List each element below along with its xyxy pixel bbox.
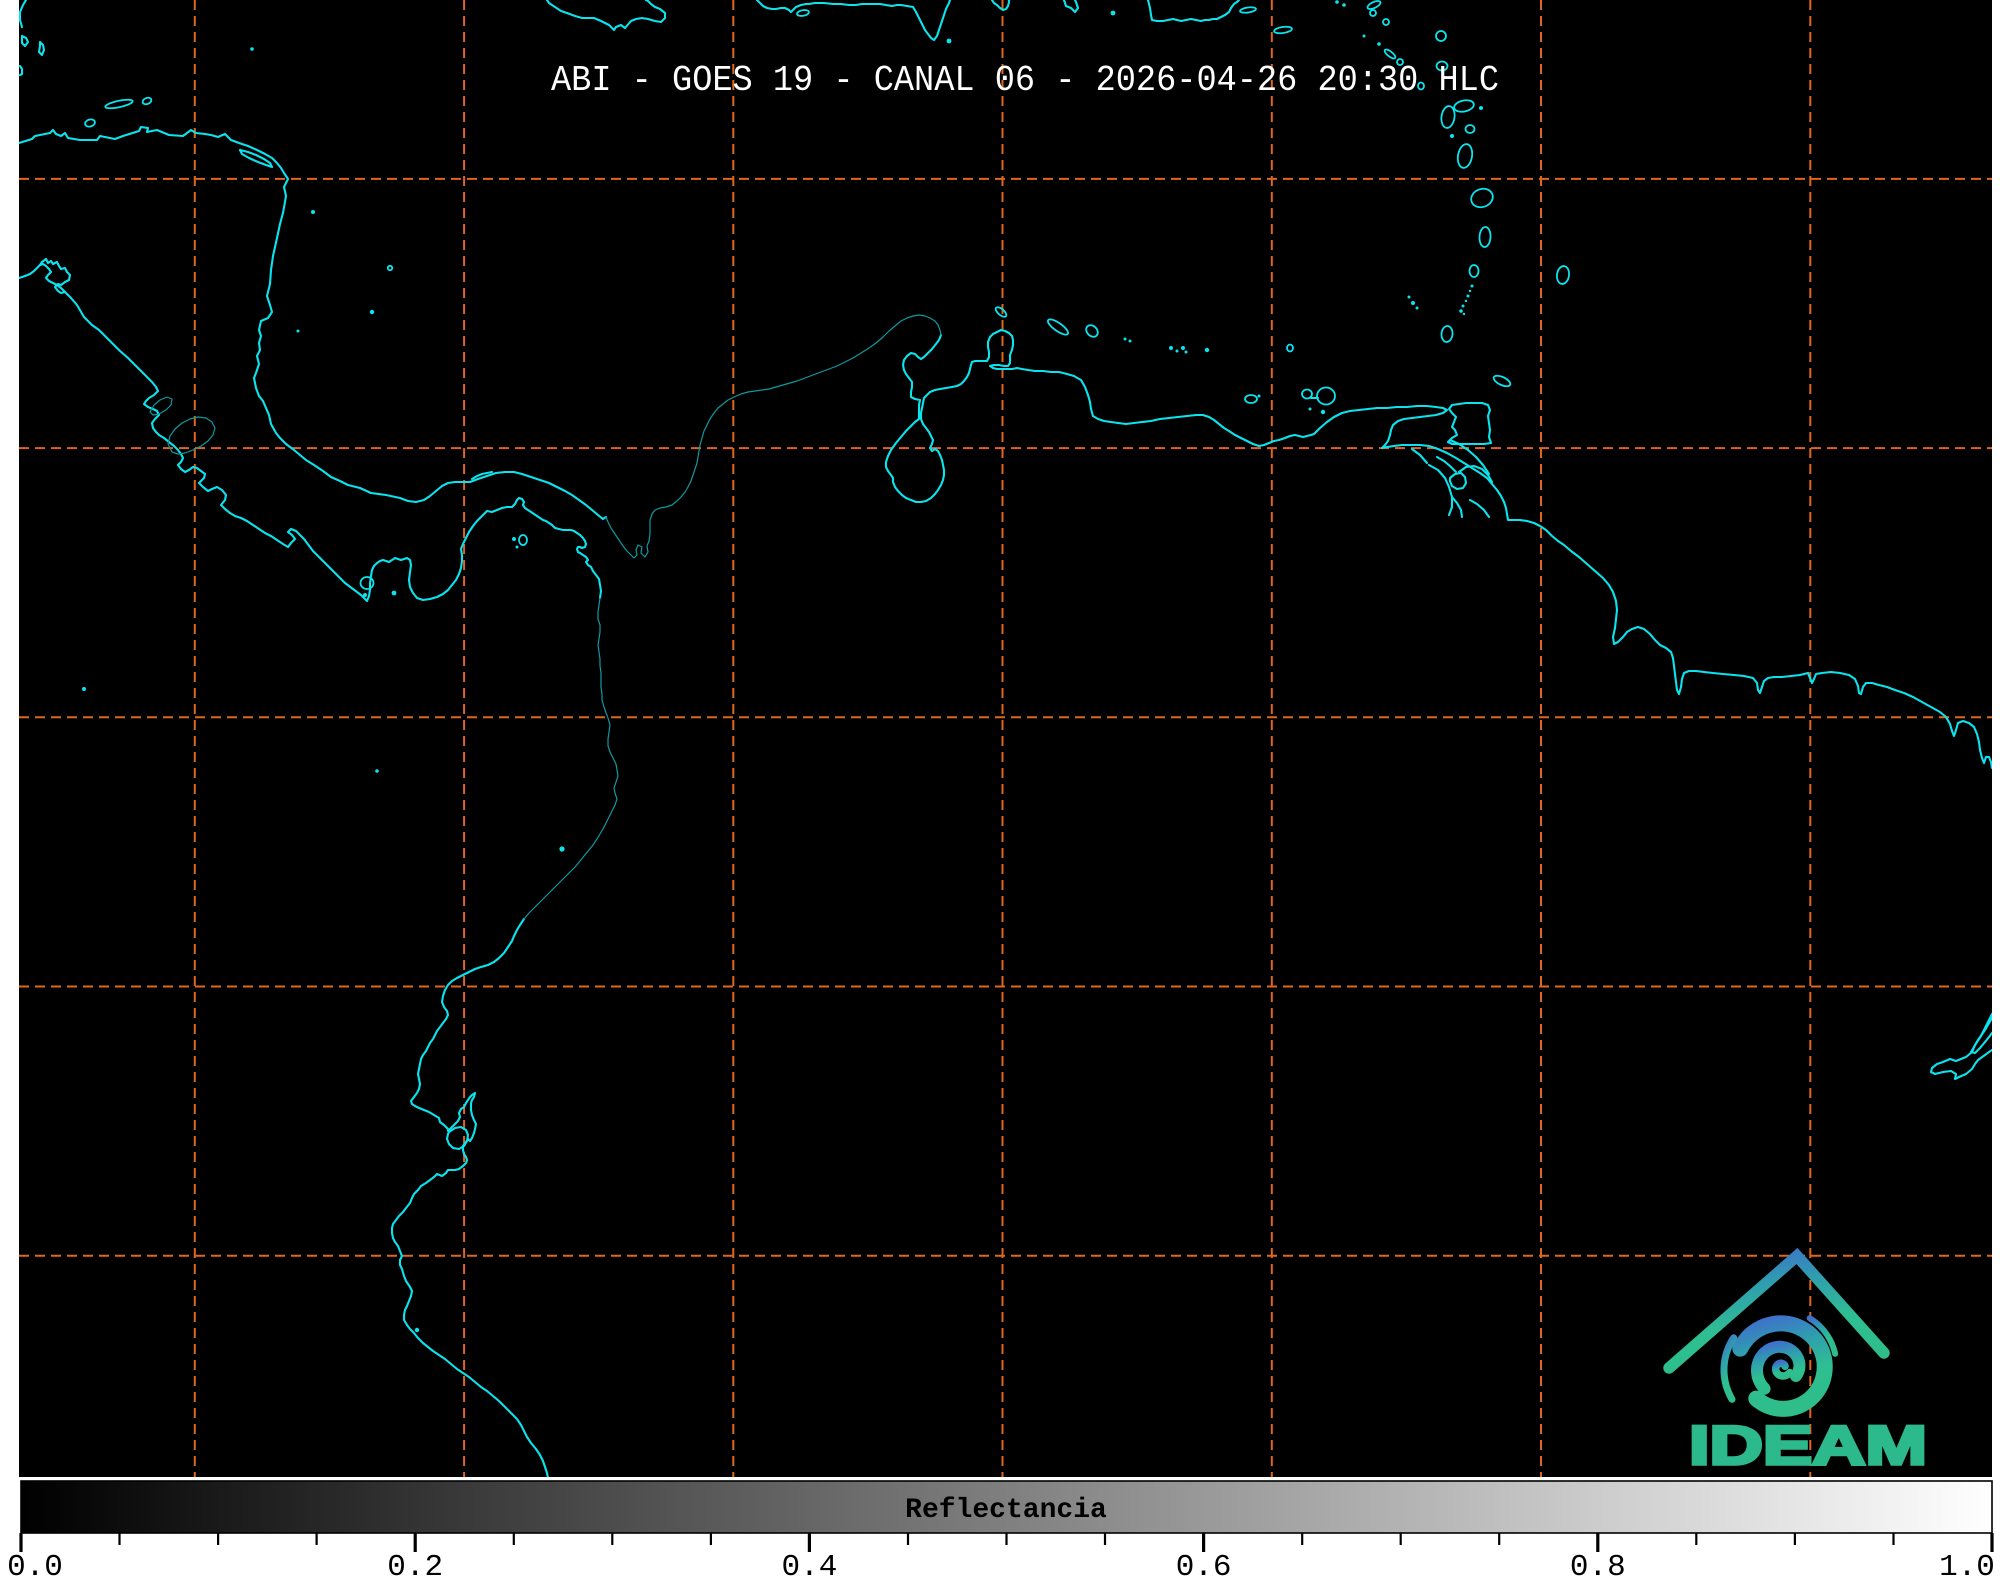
svg-text:IDEAM: IDEAM xyxy=(1689,1414,1927,1476)
svg-text:0.0: 0.0 xyxy=(7,1550,63,1577)
svg-text:1.0: 1.0 xyxy=(1939,1550,1995,1577)
svg-text:Reflectancia: Reflectancia xyxy=(905,1495,1107,1526)
svg-text:0.2: 0.2 xyxy=(387,1550,443,1577)
svg-text:0.4: 0.4 xyxy=(781,1550,837,1577)
svg-text:0.6: 0.6 xyxy=(1176,1550,1232,1577)
svg-text:0.8: 0.8 xyxy=(1570,1550,1626,1577)
svg-text:ABI - GOES 19 - CANAL 06 - 202: ABI - GOES 19 - CANAL 06 - 2026-04-26 20… xyxy=(551,60,1499,101)
